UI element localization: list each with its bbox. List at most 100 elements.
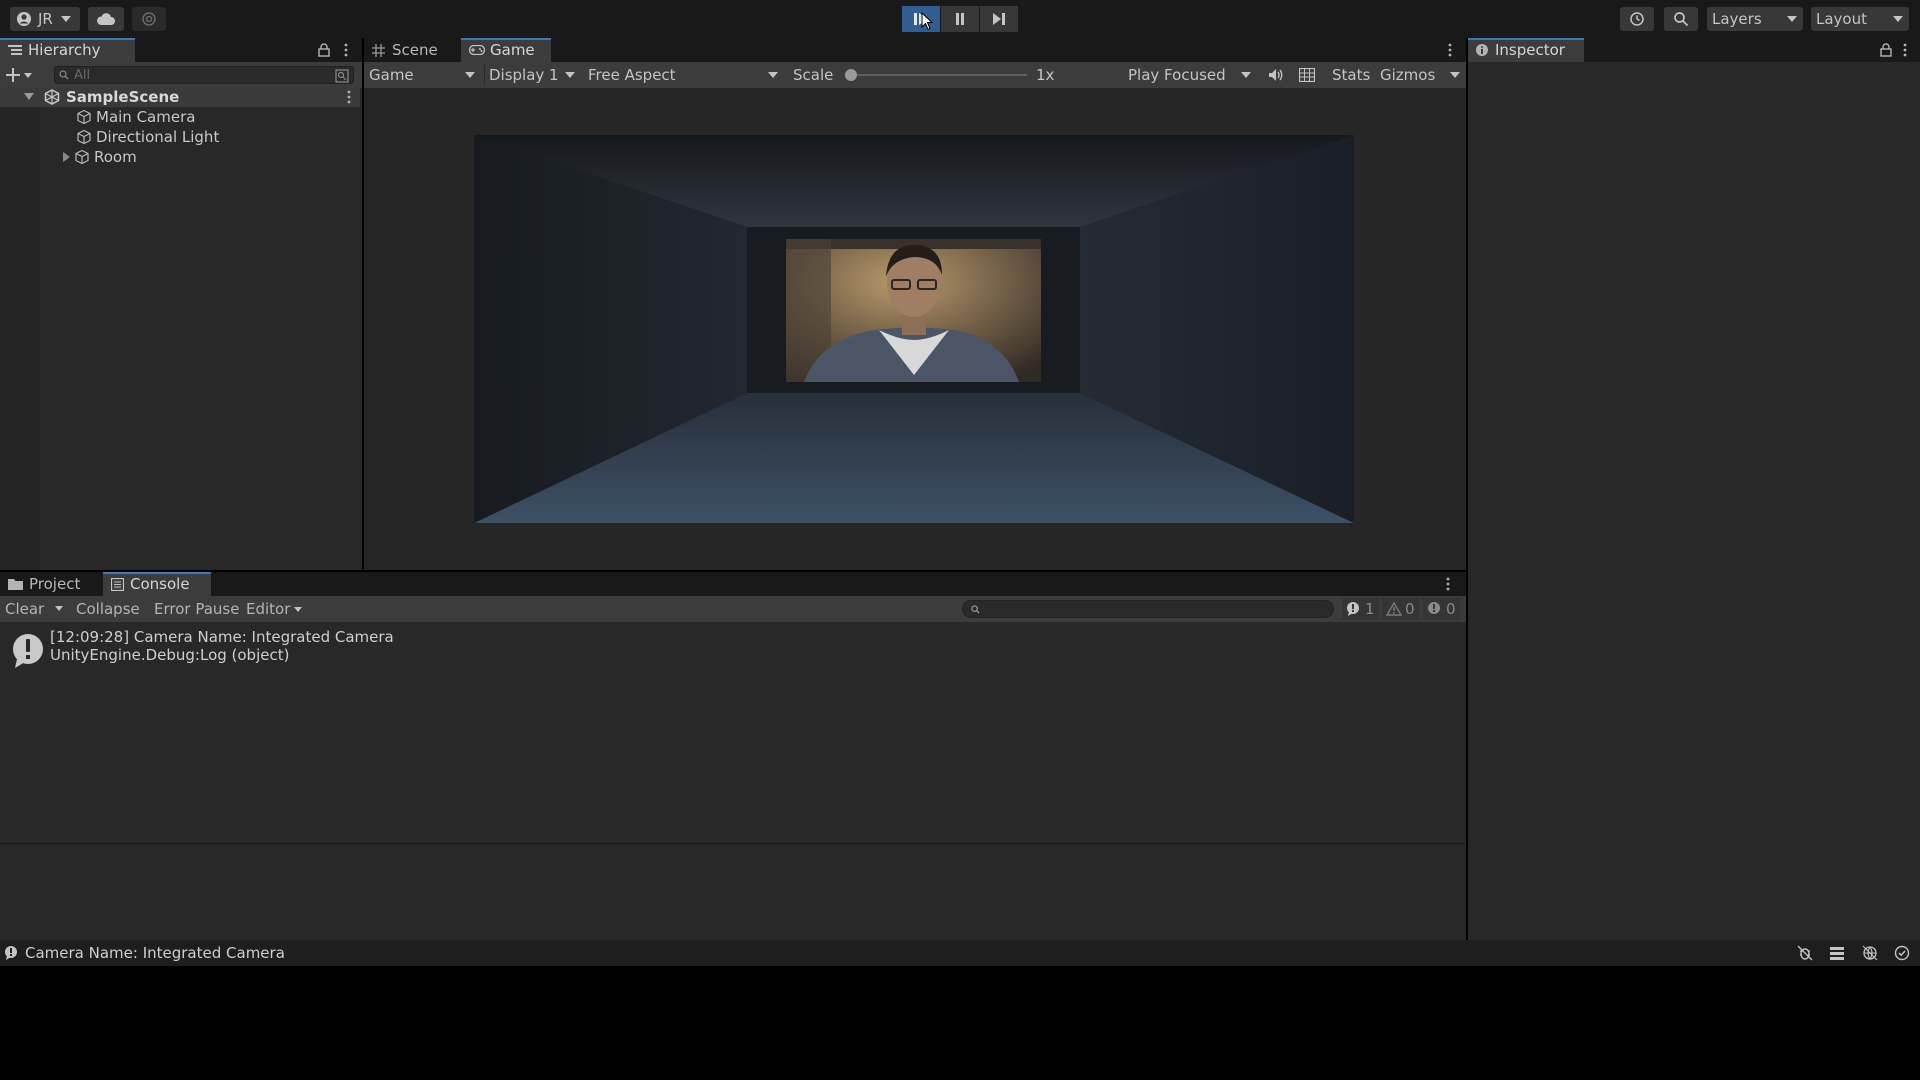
expand-arrow-icon[interactable] <box>63 152 71 162</box>
unity-scene-icon <box>44 89 60 105</box>
progress-stack-icon[interactable] <box>1829 945 1845 961</box>
debug-off-icon[interactable] <box>1797 945 1813 961</box>
webcam-video-feed <box>786 239 1041 382</box>
tab-project-label: Project <box>29 575 81 593</box>
status-message[interactable]: Camera Name: Integrated Camera <box>25 944 285 962</box>
gameobject-icon <box>77 129 91 145</box>
error-pause-button[interactable]: Error Pause <box>154 596 239 622</box>
stats-button[interactable]: Stats <box>1332 62 1370 88</box>
hierarchy-tabbar: Hierarchy <box>0 38 362 62</box>
layout-label: Layout <box>1816 10 1867 28</box>
tree-item-room[interactable]: Room <box>0 147 360 167</box>
warning-count: 0 <box>1405 600 1415 618</box>
search-button[interactable] <box>1664 7 1698 31</box>
warning-icon <box>1386 602 1402 616</box>
warning-count-toggle[interactable]: 0 <box>1382 598 1419 620</box>
view-mode-label: Game <box>369 66 414 84</box>
mouse-cursor-icon <box>921 12 934 31</box>
folder-icon <box>8 579 23 590</box>
console-icon <box>111 577 124 591</box>
gizmos-dropdown[interactable]: Gizmos <box>1380 62 1462 88</box>
center-tabbar: Scene Game <box>364 38 1466 62</box>
tree-item-scene[interactable]: SampleScene <box>0 87 360 107</box>
add-object-button[interactable] <box>6 65 40 85</box>
game-toolbar: Game Display 1 Free Aspect Scale 1x Play… <box>364 62 1466 88</box>
history-button[interactable] <box>1620 7 1654 31</box>
console-search-input[interactable] <box>962 600 1334 618</box>
tab-hierarchy[interactable]: Hierarchy <box>0 38 135 62</box>
expand-arrow-icon[interactable] <box>24 93 34 101</box>
info-message-icon <box>13 634 43 668</box>
aspect-dropdown[interactable]: Free Aspect <box>588 62 784 88</box>
tree-item-label: Directional Light <box>96 128 220 146</box>
tab-game[interactable]: Game <box>461 38 551 62</box>
game-view-viewport[interactable] <box>474 135 1354 523</box>
tab-project[interactable]: Project <box>0 572 100 596</box>
bottom-tabbar: Project Console <box>0 572 1466 596</box>
console-panel: Project Console Clear Collapse Error Pau… <box>0 572 1466 940</box>
step-button[interactable] <box>980 6 1018 32</box>
gameobject-icon <box>77 109 91 125</box>
tree-item-directional-light[interactable]: Directional Light <box>0 127 360 147</box>
chevron-down-icon <box>1450 72 1460 78</box>
account-dropdown[interactable]: JR <box>10 7 80 31</box>
view-mode-dropdown[interactable]: Game <box>369 62 481 88</box>
search-icon <box>1674 12 1689 27</box>
layout-dropdown[interactable]: Layout <box>1811 7 1909 31</box>
log-entry[interactable]: [12:09:28] Camera Name: Integrated Camer… <box>0 628 1466 672</box>
chevron-down-icon <box>24 72 32 78</box>
cloud-button[interactable] <box>88 7 124 31</box>
cloud-icon <box>96 13 115 25</box>
kebab-menu-icon[interactable] <box>1447 43 1453 57</box>
search-placeholder: All <box>74 67 91 83</box>
hierarchy-toolbar: All <box>0 62 362 88</box>
kebab-menu-icon[interactable] <box>343 43 349 57</box>
tree-item-main-camera[interactable]: Main Camera <box>0 107 360 127</box>
error-count-toggle[interactable]: 0 <box>1423 598 1460 620</box>
clear-options-chevron-icon[interactable] <box>55 606 63 611</box>
collab-button[interactable] <box>132 7 166 31</box>
mute-audio-button[interactable] <box>1268 62 1284 88</box>
plus-icon <box>6 68 20 82</box>
log-entry-message: [12:09:28] Camera Name: Integrated Camer… <box>50 628 394 646</box>
tab-inspector[interactable]: Inspector <box>1468 38 1584 62</box>
tab-game-label: Game <box>490 41 535 59</box>
search-icon <box>971 604 980 614</box>
playback-controls <box>902 6 1019 32</box>
layers-dropdown[interactable]: Layers <box>1707 7 1803 31</box>
account-label: JR <box>38 10 53 28</box>
grid-icon <box>1299 68 1315 82</box>
play-mode-dropdown[interactable]: Play Focused <box>1128 62 1257 88</box>
info-icon <box>1476 44 1488 56</box>
collapse-button[interactable]: Collapse <box>76 596 140 622</box>
chevron-down-icon <box>768 72 778 78</box>
editor-label: Editor <box>246 600 291 618</box>
check-circle-icon[interactable] <box>1894 945 1910 961</box>
lock-icon[interactable] <box>318 43 330 57</box>
kebab-menu-icon[interactable] <box>1445 577 1451 591</box>
scale-value: 1x <box>1036 66 1055 84</box>
tab-hierarchy-label: Hierarchy <box>28 41 101 59</box>
stats-grid-button[interactable] <box>1299 62 1315 88</box>
editor-dropdown[interactable]: Editor <box>246 596 308 622</box>
pause-icon <box>956 13 964 25</box>
kebab-menu-icon[interactable] <box>1902 43 1908 57</box>
lock-icon[interactable] <box>1880 43 1892 57</box>
display-dropdown[interactable]: Display 1 <box>489 62 581 88</box>
search-icon <box>59 70 69 80</box>
search-filter-icon[interactable] <box>335 69 349 83</box>
log-count-toggle[interactable]: 1 <box>1342 598 1379 620</box>
hierarchy-panel: Hierarchy All SampleScene Main Camera Di <box>0 38 362 570</box>
scale-slider-handle[interactable] <box>845 69 857 81</box>
scale-slider[interactable] <box>845 69 1027 81</box>
hierarchy-search-input[interactable]: All <box>54 66 354 84</box>
network-off-icon[interactable] <box>1862 945 1878 961</box>
clear-button[interactable]: Clear <box>5 596 44 622</box>
tab-inspector-label: Inspector <box>1495 41 1565 59</box>
play-mode-label: Play Focused <box>1128 66 1226 84</box>
tab-console[interactable]: Console <box>103 572 211 596</box>
pause-button[interactable] <box>941 6 979 32</box>
kebab-menu-icon[interactable] <box>346 90 352 104</box>
tab-scene[interactable]: Scene <box>364 38 459 62</box>
tree-item-label: Main Camera <box>96 108 196 126</box>
